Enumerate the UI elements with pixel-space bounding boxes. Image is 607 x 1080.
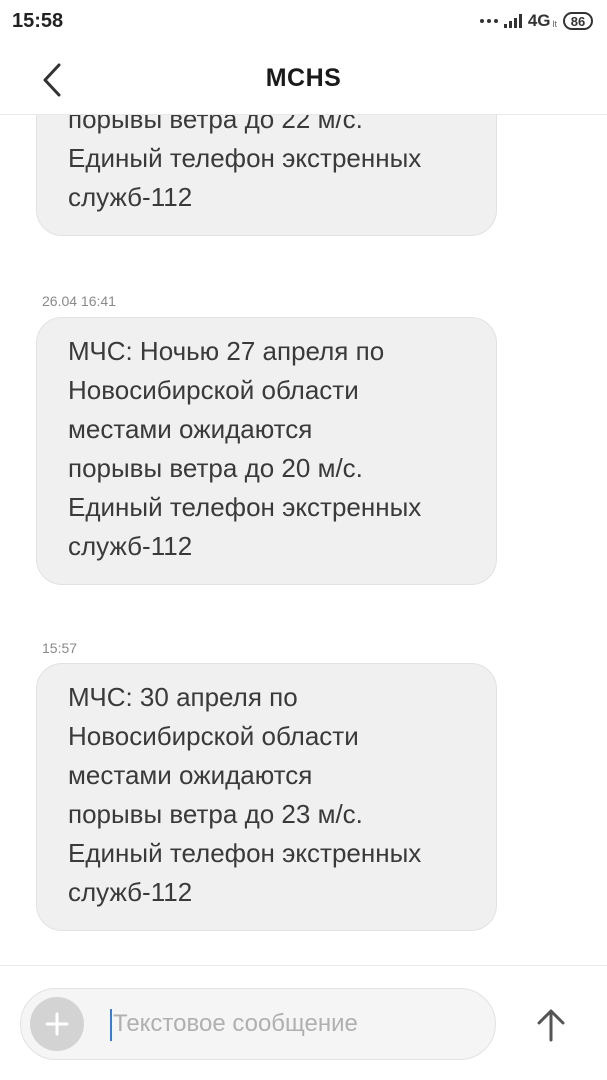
contact-name: MCHS <box>265 64 342 92</box>
notification-dots-icon <box>479 19 498 23</box>
message-timestamp: 26.04 16:41 <box>42 293 116 309</box>
add-attachment-button[interactable] <box>30 997 84 1051</box>
network-subtype: lt <box>552 19 558 29</box>
message-timestamp: 15:57 <box>42 640 78 656</box>
message-input-container[interactable] <box>20 988 496 1060</box>
message-text: порывы ветра до 22 м/с. Единый телефон э… <box>68 115 422 212</box>
status-time: 15:58 <box>12 10 64 32</box>
message-list[interactable]: порывы ветра до 22 м/с. Единый телефон э… <box>0 115 607 965</box>
message-composer <box>0 965 607 1080</box>
message-text: МЧС: Ночью 27 апреля по Новосибирской об… <box>68 336 422 561</box>
text-cursor <box>110 1009 112 1041</box>
signal-strength-icon <box>503 14 522 28</box>
plus-icon <box>45 1012 69 1036</box>
send-button[interactable] <box>528 1002 574 1048</box>
message-bubble[interactable]: порывы ветра до 22 м/с. Единый телефон э… <box>36 115 497 236</box>
network-type: 4G <box>527 11 551 30</box>
messaging-screen: 15:58 4G lt 86 MCHS порывы ветра до 22 м… <box>0 0 607 1080</box>
message-bubble[interactable]: МЧС: 30 апреля по Новосибирской области … <box>36 663 497 931</box>
message-text: МЧС: 30 апреля по Новосибирской области … <box>68 682 422 907</box>
status-indicators: 4G lt 86 <box>479 10 593 32</box>
conversation-header: MCHS <box>0 44 607 115</box>
battery-level: 86 <box>563 12 593 30</box>
send-arrow-icon <box>537 1009 565 1042</box>
message-bubble[interactable]: МЧС: Ночью 27 апреля по Новосибирской об… <box>36 317 497 585</box>
status-bar: 15:58 4G lt 86 <box>0 0 607 44</box>
message-input[interactable] <box>113 1001 483 1047</box>
